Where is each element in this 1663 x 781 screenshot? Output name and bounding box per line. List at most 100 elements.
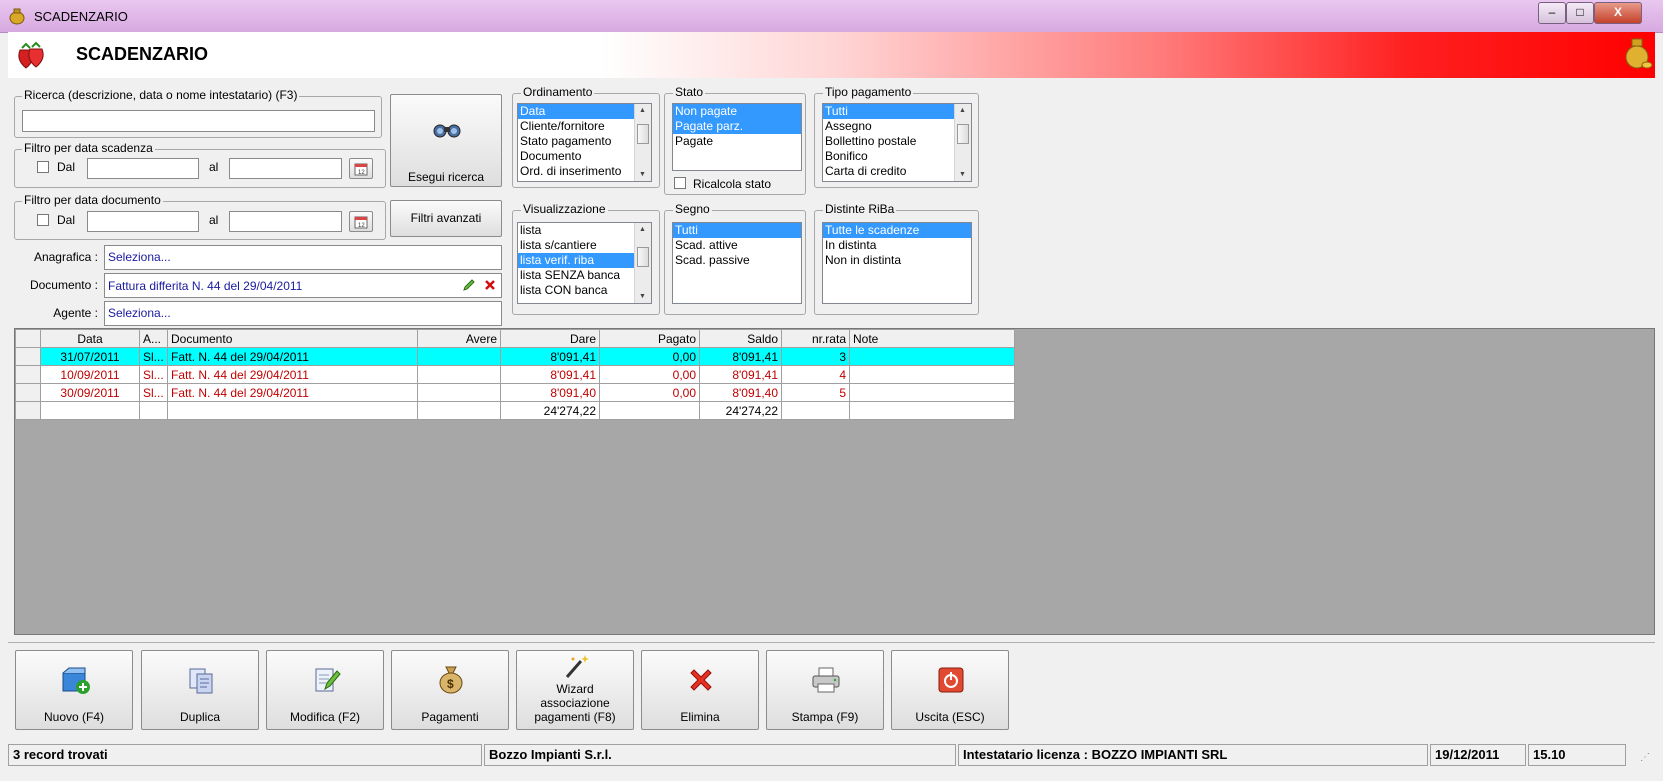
riba-item-in-distinta[interactable]: In distinta	[823, 238, 971, 253]
cell-dare[interactable]: 8'091,41	[500, 365, 600, 384]
payment-type-item-assegno[interactable]: Assegno	[823, 119, 971, 134]
cell-dare[interactable]: 8'091,41	[500, 347, 600, 366]
riba-item-tutte[interactable]: Tutte le scadenze	[823, 223, 971, 238]
sign-list[interactable]: Tutti Scad. attive Scad. passive	[672, 222, 802, 304]
table-row[interactable]: 30/09/2011 Sl... Fatt. N. 44 del 29/04/2…	[15, 383, 1015, 402]
cell-documento[interactable]: Fatt. N. 44 del 29/04/2011	[167, 383, 418, 402]
doc-date-calendar-icon[interactable]: 12	[349, 211, 373, 232]
cell-avere[interactable]	[417, 383, 501, 402]
payment-type-scrollbar[interactable]: ▲ ▼	[954, 104, 971, 181]
visualization-item-con-banca[interactable]: lista CON banca	[518, 283, 651, 298]
cell-pagato[interactable]: 0,00	[599, 365, 700, 384]
cell-rata[interactable]: 5	[781, 383, 850, 402]
payment-type-item-bonifico[interactable]: Bonifico	[823, 149, 971, 164]
cell-data[interactable]: 10/09/2011	[40, 365, 140, 384]
cell-data[interactable]: 30/09/2011	[40, 383, 140, 402]
ordinamento-scrollbar[interactable]: ▲ ▼	[634, 104, 651, 181]
payment-type-item-tutti[interactable]: Tutti	[823, 104, 971, 119]
clear-x-icon[interactable]	[483, 278, 497, 295]
col-header-rata[interactable]: nr.rata	[781, 329, 850, 348]
edit-pencil-icon[interactable]	[462, 278, 476, 295]
col-header-note[interactable]: Note	[849, 329, 1015, 348]
cell-saldo[interactable]: 8'091,41	[699, 365, 782, 384]
cell-a[interactable]: Sl...	[139, 347, 168, 366]
execute-search-button[interactable]: Esegui ricerca	[390, 94, 502, 187]
cell-a[interactable]: Sl...	[139, 365, 168, 384]
due-date-to-input[interactable]	[229, 158, 342, 179]
payment-type-item-bollettino[interactable]: Bollettino postale	[823, 134, 971, 149]
due-date-calendar-icon[interactable]: 12	[349, 158, 373, 179]
cell-rata[interactable]: 4	[781, 365, 850, 384]
minimize-button[interactable]: –	[1538, 2, 1566, 24]
cell-note[interactable]	[849, 365, 1015, 384]
sign-item-attive[interactable]: Scad. attive	[673, 238, 801, 253]
search-input[interactable]	[22, 110, 375, 132]
col-header-saldo[interactable]: Saldo	[699, 329, 782, 348]
cell-rata[interactable]: 3	[781, 347, 850, 366]
col-header-a[interactable]: A...	[139, 329, 168, 348]
ordinamento-list[interactable]: Data Cliente/fornitore Stato pagamento D…	[517, 103, 652, 182]
anagrafica-selector[interactable]: Seleziona...	[104, 245, 502, 270]
ordinamento-item-documento[interactable]: Documento	[518, 149, 651, 164]
row-selector[interactable]	[15, 383, 41, 402]
cell-dare[interactable]: 8'091,40	[500, 383, 600, 402]
close-button[interactable]: X	[1594, 2, 1642, 24]
duplicate-button[interactable]: Duplica	[141, 650, 259, 730]
ordinamento-item-cliente[interactable]: Cliente/fornitore	[518, 119, 651, 134]
exit-button[interactable]: Uscita (ESC)	[891, 650, 1009, 730]
sign-item-passive[interactable]: Scad. passive	[673, 253, 801, 268]
payments-button[interactable]: $ Pagamenti	[391, 650, 509, 730]
visualization-item-riba[interactable]: lista verif. riba	[518, 253, 651, 268]
col-header-dare[interactable]: Dare	[500, 329, 600, 348]
cell-pagato[interactable]: 0,00	[599, 347, 700, 366]
cell-a[interactable]: Sl...	[139, 383, 168, 402]
agente-selector[interactable]: Seleziona...	[104, 301, 502, 326]
ordinamento-item-stato[interactable]: Stato pagamento	[518, 134, 651, 149]
visualization-item-cantiere[interactable]: lista s/cantiere	[518, 238, 651, 253]
doc-date-checkbox[interactable]	[37, 214, 49, 226]
visualization-list[interactable]: lista lista s/cantiere lista verif. riba…	[517, 222, 652, 304]
visualization-item-senza-banca[interactable]: lista SENZA banca	[518, 268, 651, 283]
cell-documento[interactable]: Fatt. N. 44 del 29/04/2011	[167, 347, 418, 366]
wizard-button[interactable]: Wizard associazione pagamenti (F8)	[516, 650, 634, 730]
doc-date-to-input[interactable]	[229, 211, 342, 232]
col-header-avere[interactable]: Avere	[417, 329, 501, 348]
riba-list[interactable]: Tutte le scadenze In distinta Non in dis…	[822, 222, 972, 304]
table-row[interactable]: 31/07/2011 Sl... Fatt. N. 44 del 29/04/2…	[15, 347, 1015, 366]
cell-saldo[interactable]: 8'091,41	[699, 347, 782, 366]
row-selector[interactable]	[15, 365, 41, 384]
stato-list[interactable]: Non pagate Pagate parz. Pagate	[672, 103, 802, 171]
cell-documento[interactable]: Fatt. N. 44 del 29/04/2011	[167, 365, 418, 384]
recalc-status-checkbox[interactable]	[674, 177, 686, 189]
sign-item-tutti[interactable]: Tutti	[673, 223, 801, 238]
delete-button[interactable]: Elimina	[641, 650, 759, 730]
stato-item-non-pagate[interactable]: Non pagate	[673, 104, 801, 119]
payment-type-item-carta[interactable]: Carta di credito	[823, 164, 971, 179]
col-header-data[interactable]: Data	[40, 329, 140, 348]
new-button[interactable]: Nuovo (F4)	[15, 650, 133, 730]
ordinamento-item-data[interactable]: Data	[518, 104, 651, 119]
edit-button[interactable]: Modifica (F2)	[266, 650, 384, 730]
advanced-filters-button[interactable]: Filtri avanzati	[390, 200, 502, 237]
cell-data[interactable]: 31/07/2011	[40, 347, 140, 366]
ordinamento-item-inserimento[interactable]: Ord. di inserimento	[518, 164, 651, 179]
visualization-scrollbar[interactable]: ▲ ▼	[634, 223, 651, 303]
documento-selector[interactable]: Fattura differita N. 44 del 29/04/2011	[104, 273, 502, 298]
col-header-pagato[interactable]: Pagato	[599, 329, 700, 348]
cell-note[interactable]	[849, 383, 1015, 402]
table-row[interactable]: 10/09/2011 Sl... Fatt. N. 44 del 29/04/2…	[15, 365, 1015, 384]
print-button[interactable]: Stampa (F9)	[766, 650, 884, 730]
cell-saldo[interactable]: 8'091,40	[699, 383, 782, 402]
maximize-button[interactable]: □	[1566, 2, 1594, 24]
cell-avere[interactable]	[417, 365, 501, 384]
cell-avere[interactable]	[417, 347, 501, 366]
due-date-checkbox[interactable]	[37, 161, 49, 173]
cell-note[interactable]	[849, 347, 1015, 366]
doc-date-from-input[interactable]	[87, 211, 199, 232]
row-selector[interactable]	[15, 347, 41, 366]
col-header-documento[interactable]: Documento	[167, 329, 418, 348]
stato-item-pagate[interactable]: Pagate	[673, 134, 801, 149]
resize-grip-icon[interactable]: ⋰	[1640, 752, 1654, 766]
visualization-item-lista[interactable]: lista	[518, 223, 651, 238]
due-date-from-input[interactable]	[87, 158, 199, 179]
